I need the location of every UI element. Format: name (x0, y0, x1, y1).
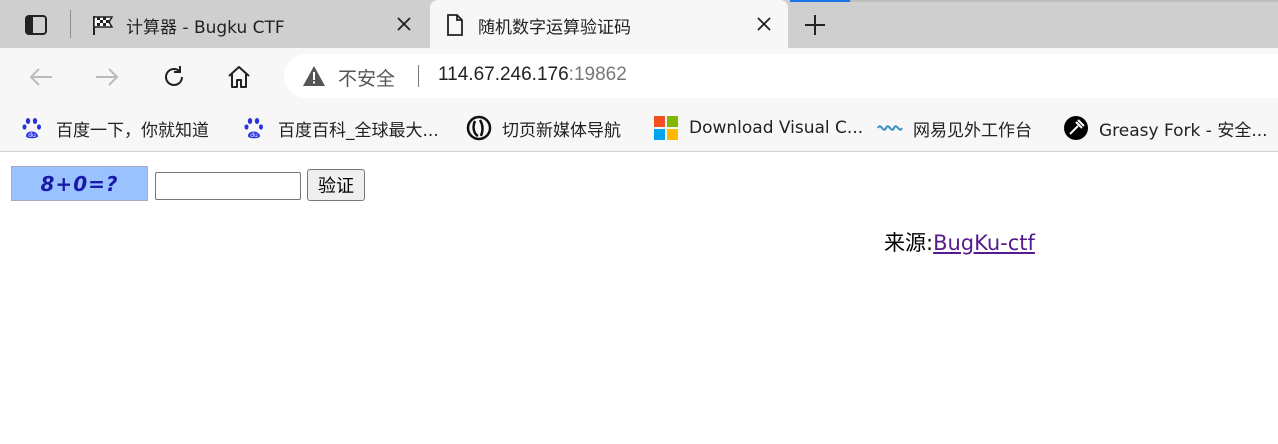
tab-strip: 计算器 - Bugku CTF 随机数字运算验证码 (0, 0, 1278, 48)
bookmark-qieye[interactable]: 切页新媒体导航 (466, 113, 621, 143)
captcha-image: 8+0=? (11, 166, 148, 201)
forward-icon[interactable] (90, 60, 124, 94)
answer-input[interactable] (155, 172, 301, 200)
tab-title: 计算器 - Bugku CTF (126, 18, 285, 38)
back-icon[interactable] (24, 60, 58, 94)
baidu-paw-icon: du (242, 115, 268, 141)
wave-logo-icon (877, 115, 903, 141)
bookmarks-bar: du 百度一下，你就知道 du 百度百科_全球最大... 切页新媒体导航 Dow… (0, 104, 1278, 152)
source-link[interactable]: BugKu-ctf (933, 231, 1035, 255)
page-icon (442, 12, 468, 38)
address-bar[interactable]: 不安全 114.67.246.176:19862 (284, 54, 1278, 98)
bookmark-label: Greasy Fork - 安全... (1099, 120, 1268, 141)
close-icon[interactable] (754, 14, 774, 34)
url-text[interactable]: 114.67.246.176:19862 (438, 64, 627, 86)
bookmark-label: 百度一下，你就知道 (56, 120, 209, 141)
loading-indicator (790, 0, 850, 2)
tab-separator (70, 10, 71, 38)
bookmark-baidu-baike[interactable]: du 百度百科_全球最大... (242, 113, 439, 143)
security-label[interactable]: 不安全 (338, 64, 395, 91)
bookmark-baidu[interactable]: du 百度一下，你就知道 (20, 113, 209, 143)
greasyfork-logo-icon (1063, 115, 1089, 141)
bookmark-label: 百度百科_全球最大... (278, 120, 439, 141)
address-separator (418, 65, 419, 87)
tab-calculator[interactable]: 计算器 - Bugku CTF (78, 0, 428, 48)
page-content: 8+0=? 验证 来源:BugKu-ctf (0, 153, 1278, 444)
refresh-icon[interactable] (157, 60, 191, 94)
bookmark-download-visual[interactable]: Download Visual C... (653, 113, 863, 143)
toolbar: 不安全 114.67.246.176:19862 (0, 48, 1278, 104)
loading-track (850, 0, 1278, 2)
tab-actions-icon[interactable] (16, 12, 56, 38)
warning-icon[interactable] (302, 65, 326, 87)
qieye-logo-icon (466, 115, 492, 141)
source-line: 来源:BugKu-ctf (884, 227, 1035, 257)
baidu-paw-icon: du (20, 115, 46, 141)
verify-button[interactable]: 验证 (307, 169, 365, 201)
bookmark-greasyfork[interactable]: Greasy Fork - 安全... (1063, 113, 1268, 143)
home-icon[interactable] (222, 60, 256, 94)
tab-title: 随机数字运算验证码 (478, 18, 631, 38)
new-tab-icon[interactable] (800, 10, 830, 40)
svg-text:du: du (250, 132, 258, 139)
bookmark-label: 网易见外工作台 (913, 120, 1032, 141)
bookmark-label: Download Visual C... (689, 118, 864, 138)
tab-captcha[interactable]: 随机数字运算验证码 (430, 0, 788, 48)
url-host: 114.67.246.176 (438, 64, 569, 85)
url-port: :19862 (568, 64, 627, 85)
bookmark-netease[interactable]: 网易见外工作台 (877, 113, 1032, 143)
close-icon[interactable] (394, 14, 414, 34)
svg-text:du: du (28, 132, 36, 139)
source-prefix: 来源: (884, 231, 934, 255)
captcha-text: 8+0=? (40, 171, 119, 196)
bookmark-label: 切页新媒体导航 (502, 120, 621, 141)
microsoft-logo-icon (653, 115, 679, 141)
checkered-flag-icon (90, 12, 116, 38)
